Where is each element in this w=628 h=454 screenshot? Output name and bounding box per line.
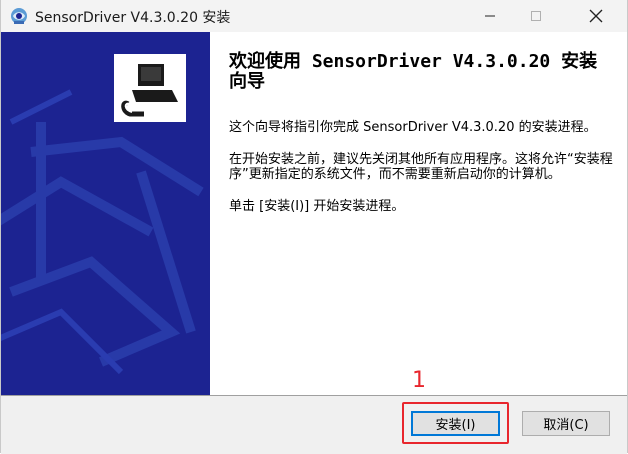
step-number-label: 1 xyxy=(412,368,426,393)
button-bar: 安装(I) 取消(C) xyxy=(1,395,627,454)
maximize-button[interactable] xyxy=(513,0,559,32)
maximize-icon xyxy=(531,11,541,21)
minimize-icon xyxy=(485,15,495,17)
close-icon xyxy=(589,9,603,23)
warning-text: 在开始安装之前，建议先关闭其他所有应用程序。这将允许“安装程序”更新指定的系统文… xyxy=(229,152,613,182)
installer-computer-icon xyxy=(112,52,188,124)
instruction-text: 单击 [安装(I)] 开始安装进程。 xyxy=(229,199,405,214)
welcome-banner xyxy=(1,32,210,395)
minimize-button[interactable] xyxy=(467,0,513,32)
install-button-highlight xyxy=(402,402,509,444)
welcome-heading: 欢迎使用 SensorDriver V4.3.0.20 安装向导 xyxy=(229,51,598,92)
close-button[interactable] xyxy=(573,0,619,32)
intro-text: 这个向导将指引你完成 SensorDriver V4.3.0.20 的安装进程。 xyxy=(229,120,597,135)
cancel-button[interactable]: 取消(C) xyxy=(522,411,610,436)
title-bar[interactable]: SensorDriver V4.3.0.20 安装 xyxy=(1,0,627,32)
window-title: SensorDriver V4.3.0.20 安装 xyxy=(35,10,231,26)
installer-app-icon xyxy=(9,6,29,26)
installer-window: SensorDriver V4.3.0.20 安装 欢迎使用 SensorDri… xyxy=(0,0,628,454)
welcome-content: 欢迎使用 SensorDriver V4.3.0.20 安装向导 这个向导将指引… xyxy=(229,52,614,231)
